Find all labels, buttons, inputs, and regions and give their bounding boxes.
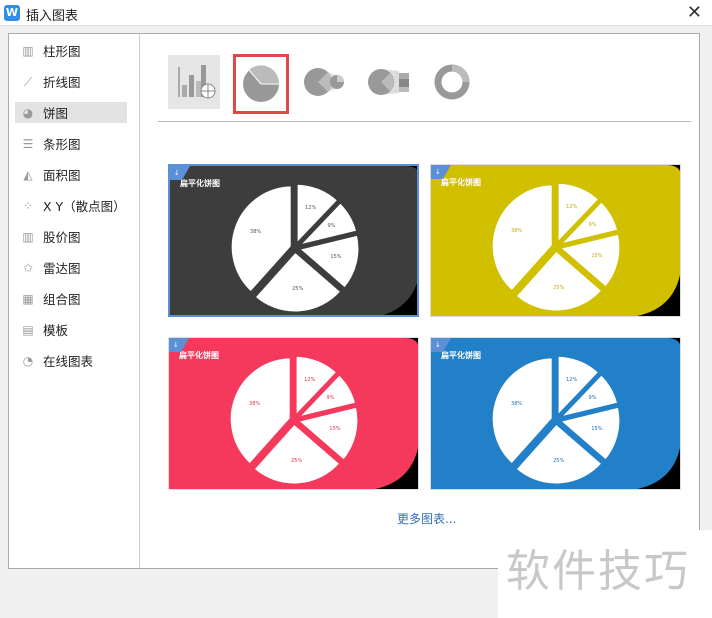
svg-text:↓: ↓	[435, 341, 441, 349]
pie-label: 12%	[566, 377, 577, 383]
chart-type-sidebar: ▥ 柱形图 ⟋ 折线图 ◕ 饼图 ☰ 条形图 ◭ 面积图 ⁘ X Y（散点图） ▥ 股价图 ✩ 雷达图 ▦ 组合图…	[9, 34, 140, 568]
pie-label: 38%	[249, 401, 260, 407]
pie-label: 12%	[305, 205, 316, 211]
svg-text:↓: ↓	[435, 168, 441, 176]
pie-label: 25%	[553, 285, 564, 291]
area-chart-icon: ◭	[23, 167, 33, 182]
pie-label: 9%	[327, 395, 335, 401]
template-card[interactable]: 12% 9% 15% 25% 38% ↓ 扁平化饼图	[168, 164, 419, 317]
sidebar-item-combo-chart[interactable]: ▦ 组合图	[15, 288, 127, 309]
sidebar-item-label: 组合图	[43, 292, 81, 307]
template-card[interactable]: 12% 9% 15% 25% 38% ↓ 扁平化饼图	[430, 337, 681, 490]
card-title: 扁平化饼图	[179, 351, 219, 360]
sidebar-item-scatter-chart[interactable]: ⁘ X Y（散点图）	[15, 195, 127, 216]
card-title: 扁平化饼图	[441, 351, 481, 360]
pie-label: 9%	[328, 223, 336, 229]
pie-label: 15%	[329, 426, 340, 432]
pie-label: 15%	[330, 254, 341, 260]
sidebar-item-area-chart[interactable]: ◭ 面积图	[15, 164, 127, 185]
sidebar-item-label: 面积图	[43, 168, 81, 183]
stock-chart-icon: ▥	[22, 229, 34, 244]
pie-label: 15%	[591, 426, 602, 432]
subtype-pie-of-pie[interactable]	[302, 55, 354, 109]
card-title: 扁平化饼图	[180, 179, 220, 188]
svg-text:↓: ↓	[174, 169, 180, 177]
app-logo-icon: W	[4, 5, 20, 21]
sidebar-item-label: 股价图	[43, 230, 81, 245]
pie-label: 38%	[511, 401, 522, 407]
sidebar-item-label: 雷达图	[43, 261, 81, 276]
bar-chart-icon: ☰	[22, 136, 34, 151]
pie-label: 25%	[292, 286, 303, 292]
close-icon[interactable]: ✕	[687, 2, 702, 23]
sidebar-item-radar-chart[interactable]: ✩ 雷达图	[15, 257, 127, 278]
radar-chart-icon: ✩	[22, 260, 34, 275]
line-chart-icon: ⟋	[23, 74, 33, 89]
sidebar-item-label: 饼图	[43, 106, 69, 121]
sidebar-item-line-chart[interactable]: ⟋ 折线图	[15, 71, 127, 92]
sidebar-item-online-chart[interactable]: ◔ 在线图表	[15, 350, 127, 371]
card-title: 扁平化饼图	[441, 178, 481, 187]
sidebar-item-label: X Y（散点图）	[43, 199, 126, 214]
title-bar: W 插入图表 ✕	[0, 0, 712, 26]
more-charts-link[interactable]: 更多图表...	[397, 510, 456, 527]
sidebar-item-column-chart[interactable]: ▥ 柱形图	[15, 40, 127, 61]
pie-label: 25%	[291, 458, 302, 464]
scatter-chart-icon: ⁘	[22, 198, 34, 213]
sidebar-item-label: 条形图	[43, 137, 81, 152]
pie-label: 12%	[304, 377, 315, 383]
template-card[interactable]: 12% 9% 15% 25% 38% ↓ 扁平化饼图	[168, 337, 419, 490]
template-card[interactable]: 12% 9% 15% 25% 38% ↓ 扁平化饼图	[430, 164, 681, 317]
pie-label: 38%	[250, 229, 261, 235]
pie-label: 38%	[511, 228, 522, 234]
sidebar-item-pie-chart[interactable]: ◕ 饼图	[15, 102, 127, 123]
pie-label: 15%	[591, 253, 602, 259]
sidebar-item-label: 折线图	[43, 75, 81, 90]
sidebar-item-bar-chart[interactable]: ☰ 条形图	[15, 133, 127, 154]
pie-label: 25%	[553, 458, 564, 464]
pie-label: 12%	[566, 204, 577, 210]
subtype-doughnut[interactable]	[428, 55, 480, 109]
sidebar-item-template[interactable]: ▤ 模板	[15, 319, 127, 340]
online-chart-icon: ◔	[22, 353, 34, 368]
sidebar-item-label: 模板	[43, 323, 69, 338]
template-icon: ▤	[22, 322, 34, 337]
column-chart-icon: ▥	[22, 43, 34, 58]
combo-chart-icon: ▦	[22, 291, 34, 306]
window-title: 插入图表	[26, 9, 79, 24]
subtype-pie[interactable]	[233, 54, 289, 114]
sidebar-item-label: 在线图表	[43, 354, 94, 369]
pie-chart-icon: ◕	[22, 105, 34, 120]
pie-label: 9%	[589, 222, 597, 228]
sidebar-item-label: 柱形图	[43, 44, 81, 59]
svg-text:↓: ↓	[173, 341, 179, 349]
subtype-bar-of-pie[interactable]	[365, 55, 417, 109]
divider	[158, 121, 691, 122]
watermark: 软件技巧	[498, 530, 712, 618]
sidebar-item-stock-chart[interactable]: ▥ 股价图	[15, 226, 127, 247]
pie-label: 9%	[589, 395, 597, 401]
subtype-online-chart[interactable]	[168, 55, 220, 109]
